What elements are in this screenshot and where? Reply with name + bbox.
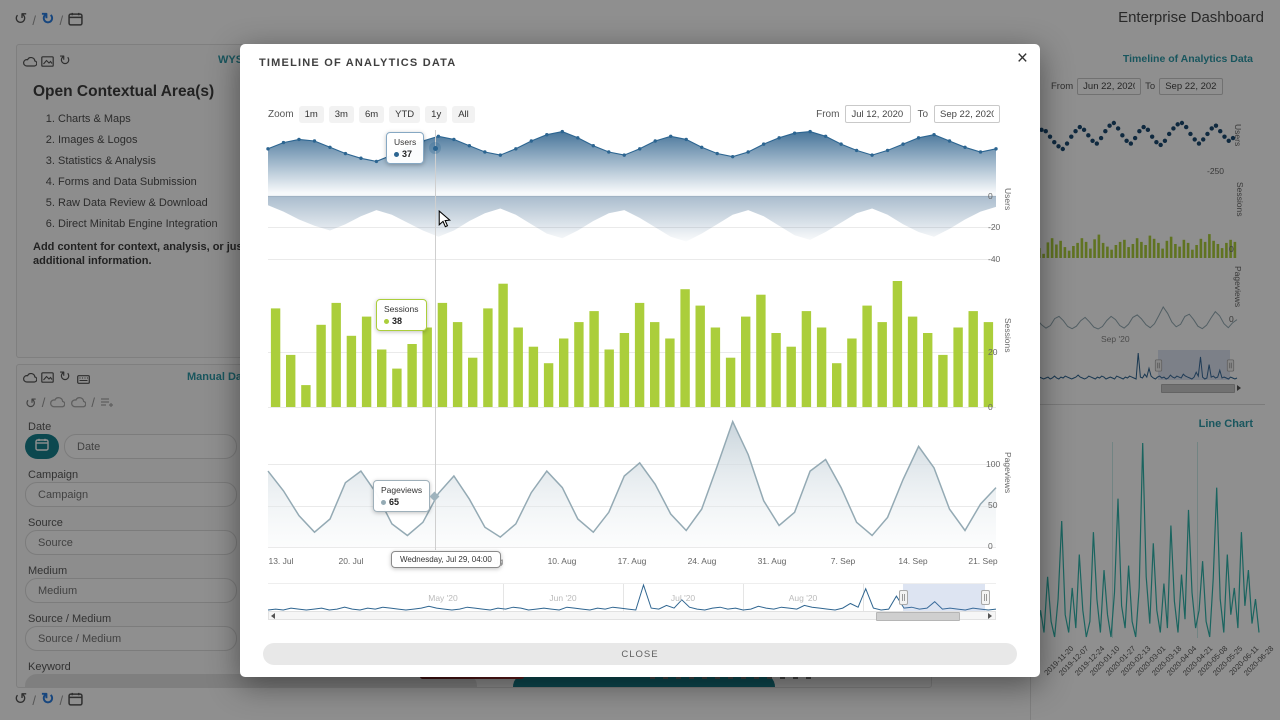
from-date-input[interactable]	[845, 105, 911, 123]
tooltip-value: 38	[392, 316, 402, 326]
tooltip-value: 37	[402, 149, 412, 159]
x-axis-label: 20. Jul	[338, 556, 363, 566]
zoom-6m-button[interactable]: 6m	[359, 106, 384, 123]
tooltip-series-name: Users	[394, 137, 416, 147]
date-tooltip: Wednesday, Jul 29, 04:00	[391, 551, 501, 568]
x-axis-label: 13. Jul	[268, 556, 293, 566]
zoom-label: Zoom	[268, 109, 294, 120]
navigator-label: Jul '20	[671, 593, 695, 603]
x-axis-label: 24. Aug	[688, 556, 717, 566]
x-axis-label: 10. Aug	[548, 556, 577, 566]
navigator-left-handle[interactable]	[899, 590, 908, 605]
pageviews-tick: 0	[988, 541, 993, 551]
zoom-group: Zoom 1m 3m 6m YTD 1y All	[268, 106, 475, 123]
modal-title: TIMELINE OF ANALYTICS DATA	[259, 57, 456, 69]
navigator-label: Aug '20	[789, 593, 818, 603]
sessions-tooltip: Sessions 38	[376, 299, 427, 331]
x-axis-label: 7. Sep	[831, 556, 856, 566]
pageviews-pane-title: Pageviews	[1003, 452, 1013, 493]
to-label: To	[917, 109, 928, 120]
x-axis-label: 17. Aug	[618, 556, 647, 566]
series-dot	[394, 152, 399, 157]
pageviews-tooltip: Pageviews 65	[373, 480, 430, 512]
range-group: From To	[816, 105, 1012, 123]
gridline	[268, 547, 996, 548]
crosshair-line	[435, 130, 436, 550]
navigator-right-handle[interactable]	[981, 590, 990, 605]
users-tick: -20	[988, 222, 1000, 232]
zoom-3m-button[interactable]: 3m	[329, 106, 354, 123]
series-dot	[381, 500, 386, 505]
navigator-label: Jun '20	[549, 593, 576, 603]
users-pane-title: Users	[1003, 188, 1013, 210]
mouse-cursor	[438, 210, 451, 234]
navigator-selection[interactable]	[903, 584, 985, 611]
pageviews-tick: 50	[988, 500, 997, 510]
pageviews-tick: 100	[986, 459, 1000, 469]
tooltip-value: 65	[389, 497, 399, 507]
zoom-1y-button[interactable]: 1y	[425, 106, 447, 123]
users-tick: -40	[988, 254, 1000, 264]
sessions-tick: 0	[988, 402, 993, 412]
tooltip-series-name: Pageviews	[381, 485, 422, 495]
close-button[interactable]: CLOSE	[263, 643, 1017, 665]
users-tick: 0	[988, 191, 993, 201]
zoom-all-button[interactable]: All	[452, 106, 475, 123]
sessions-tick: 20	[988, 347, 997, 357]
sessions-pane-title: Sessions	[1003, 318, 1013, 353]
x-axis-label: 31. Aug	[758, 556, 787, 566]
scroll-right-icon[interactable]	[988, 613, 992, 619]
zoom-ytd-button[interactable]: YTD	[389, 106, 420, 123]
scrollbar-thumb[interactable]	[876, 612, 960, 621]
enterprise-dashboard-page: ↺ / ↻ / Enterprise Dashboard ↻ WYS Open …	[0, 0, 1280, 720]
tooltip-date-text: Wednesday, Jul 29, 04:00	[400, 555, 492, 564]
from-label: From	[816, 109, 839, 120]
gridline	[268, 407, 996, 408]
timeline-modal: TIMELINE OF ANALYTICS DATA × Zoom 1m 3m …	[240, 44, 1040, 677]
hover-marker-users	[433, 146, 438, 151]
navigator[interactable]: May '20 Jun '20 Jul '20 Aug '20	[268, 583, 996, 611]
users-area-chart[interactable]	[268, 130, 996, 265]
to-date-input[interactable]	[934, 105, 1000, 123]
navigator-label: May '20	[428, 593, 458, 603]
chart-region: 0 -20 -40 20 0 100 50 0 Users Sessions P…	[268, 130, 996, 570]
scroll-left-icon[interactable]	[271, 613, 275, 619]
tooltip-series-name: Sessions	[384, 304, 419, 314]
zoom-1m-button[interactable]: 1m	[299, 106, 324, 123]
close-icon[interactable]: ×	[1017, 48, 1028, 70]
users-tooltip: Users 37	[386, 132, 424, 164]
x-axis-label: 21. Sep	[968, 556, 997, 566]
modal-controls: Zoom 1m 3m 6m YTD 1y All From To	[268, 105, 1012, 123]
navigator-series[interactable]	[268, 584, 996, 611]
scrollbar-track[interactable]	[268, 611, 996, 620]
sessions-column-chart[interactable]	[268, 270, 996, 407]
x-axis-label: 14. Sep	[898, 556, 927, 566]
series-dot	[384, 319, 389, 324]
